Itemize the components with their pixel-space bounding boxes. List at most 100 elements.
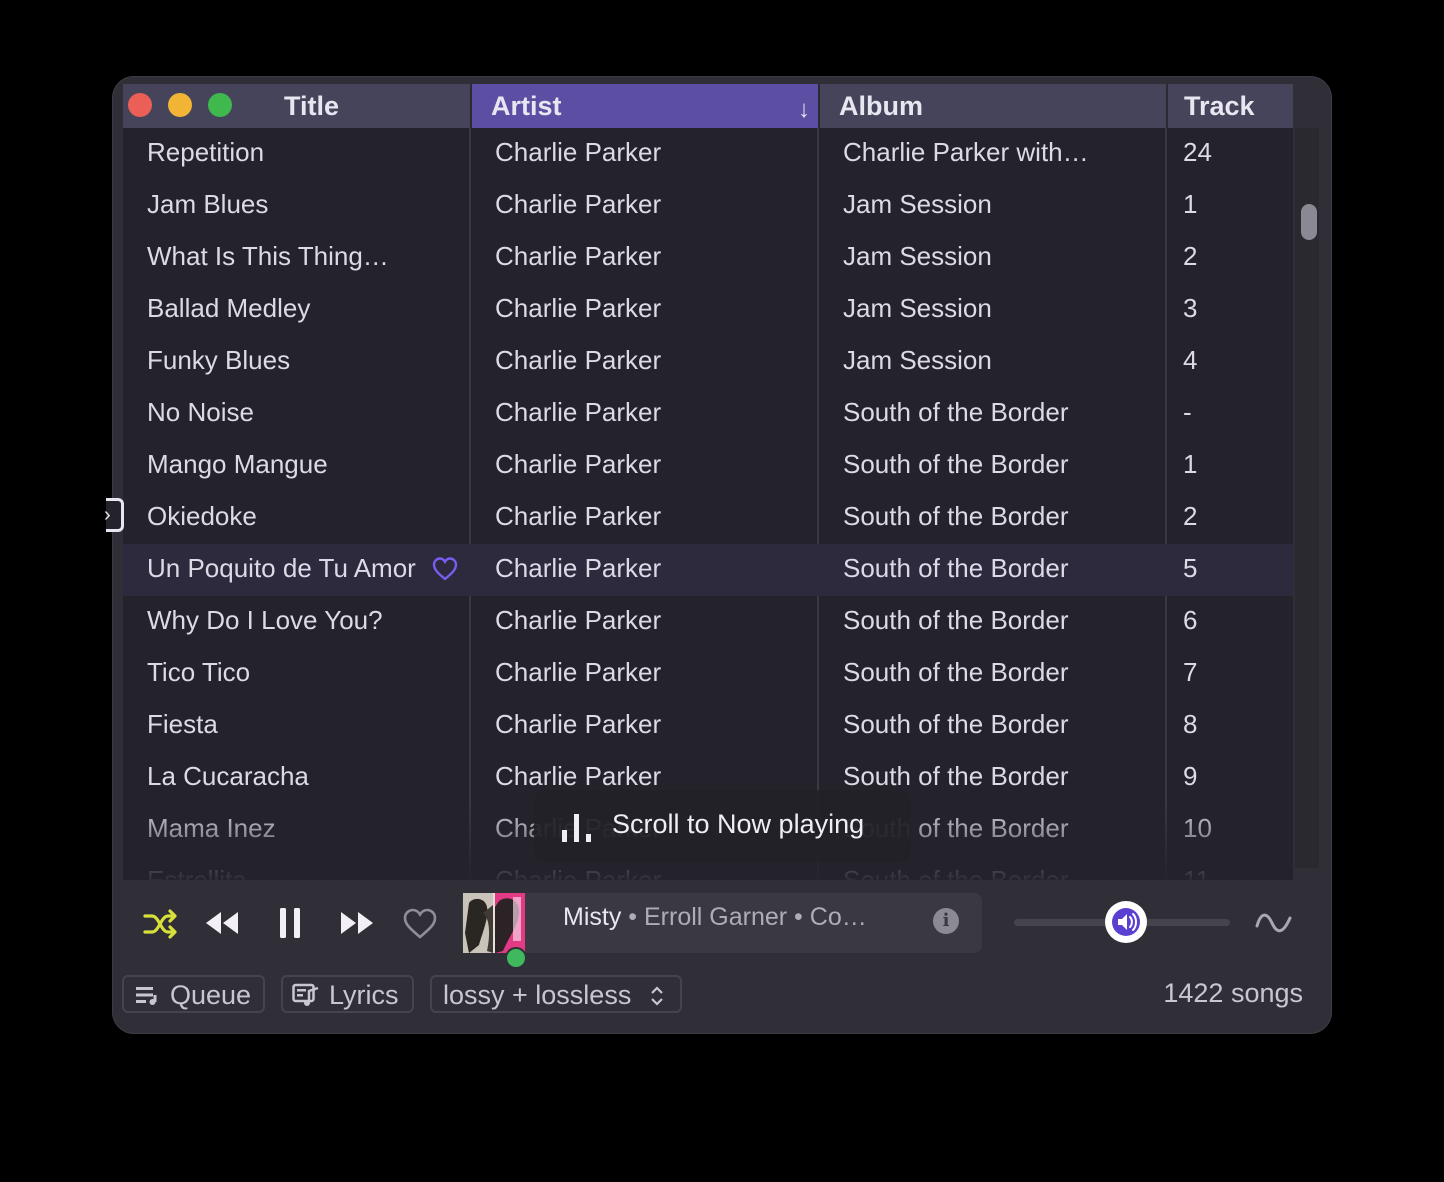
window-minimize-button[interactable] <box>168 93 192 117</box>
table-row[interactable]: Okiedoke Charlie Parker South of the Borde… <box>123 492 1293 544</box>
table-header: Title Artist ↓ Album Track <box>123 84 1293 128</box>
album-cell: South of the Border <box>843 501 1069 531</box>
window-close-button[interactable] <box>128 93 152 117</box>
track-cell: 1 <box>1183 189 1198 219</box>
column-divider[interactable] <box>818 84 820 128</box>
title-cell: What Is This Thing… <box>147 241 389 271</box>
artist-cell: Charlie Parker <box>495 293 662 323</box>
queue-button[interactable]: Queue <box>122 975 265 1013</box>
table-row[interactable]: Why Do I Love You? Charlie Parker South of… <box>123 596 1293 648</box>
shuffle-icon[interactable] <box>143 908 179 940</box>
now-playing-title: Misty <box>563 903 622 931</box>
column-header-artist-label: Artist <box>491 91 562 121</box>
artist-cell: Charlie Parker <box>495 605 662 635</box>
artist-cell: Charlie Parker <box>495 449 662 479</box>
table-row[interactable]: No Noise Charlie Parker South of the Borde… <box>123 388 1293 440</box>
album-cell: South of the Border <box>843 657 1069 687</box>
sort-descending-icon: ↓ <box>798 96 810 123</box>
album-cell: South of the Border <box>843 605 1069 635</box>
separator: • <box>794 903 803 931</box>
artist-cell: Charlie Parker <box>495 553 662 583</box>
title-cell: Jam Blues <box>147 189 269 219</box>
track-cell: 9 <box>1183 761 1198 791</box>
title-cell: Funky Blues <box>147 345 291 375</box>
track-cell: 2 <box>1183 241 1198 271</box>
waveform-icon[interactable] <box>1255 908 1293 938</box>
track-cell: 4 <box>1183 345 1198 375</box>
column-divider[interactable] <box>470 84 472 128</box>
album-art-image <box>463 893 525 953</box>
table-row[interactable]: Jam Blues Charlie Parker Jam Session 1 <box>123 180 1293 232</box>
window-zoom-button[interactable] <box>208 93 232 117</box>
artist-cell: Charlie Parker <box>495 345 662 375</box>
title-cell: Repetition <box>147 137 265 167</box>
playing-status-dot <box>505 947 527 969</box>
title-cell: Estrellita <box>147 865 247 880</box>
album-cell: Charlie Parker with… <box>843 137 1089 167</box>
title-cell: Mama Inez <box>147 813 276 843</box>
track-cell: 5 <box>1183 553 1198 583</box>
table-row[interactable]: What Is This Thing… Charlie Parker Jam Ses… <box>123 232 1293 284</box>
track-cell: 11 <box>1183 865 1210 880</box>
table-row[interactable]: Ballad Medley Charlie Parker Jam Session 3 <box>123 284 1293 336</box>
chevron-right-icon: › <box>104 504 111 526</box>
title-cell: Okiedoke <box>147 501 257 531</box>
table-row[interactable]: Mango Mangue Charlie Parker South of the B… <box>123 440 1293 492</box>
artist-cell: Charlie Parker <box>495 137 662 167</box>
separator: • <box>628 903 638 931</box>
bars-icon <box>562 814 591 842</box>
favorite-heart-icon[interactable] <box>431 556 459 582</box>
format-filter-select[interactable]: lossy + lossless <box>430 975 682 1013</box>
previous-icon[interactable] <box>204 909 240 937</box>
heart-icon[interactable] <box>402 908 438 940</box>
sidebar-toggle-tab[interactable]: › <box>104 498 124 532</box>
column-header-album[interactable]: Album <box>818 84 1166 128</box>
album-cell: Jam Session <box>843 293 992 323</box>
column-header-artist[interactable]: Artist ↓ <box>470 84 818 128</box>
pause-icon[interactable] <box>278 906 302 940</box>
title-cell: Tico Tico <box>147 657 251 687</box>
album-cell: Jam Session <box>843 189 992 219</box>
artist-cell: Charlie Parker <box>495 501 662 531</box>
table-row[interactable]: Funky Blues Charlie Parker Jam Session 4 <box>123 336 1293 388</box>
lyrics-button[interactable]: Lyrics <box>281 975 414 1013</box>
title-cell: Mango Mangue <box>147 449 328 479</box>
table-row[interactable]: Fiesta Charlie Parker South of the Border 8 <box>123 700 1293 752</box>
now-playing-text[interactable]: Misty • Erroll Garner • Co… <box>563 903 867 932</box>
volume-knob[interactable] <box>1105 901 1148 943</box>
table-row[interactable]: Repetition Charlie Parker Charlie Parker w… <box>123 128 1293 180</box>
queue-icon <box>136 987 157 1005</box>
track-cell: 3 <box>1183 293 1198 323</box>
track-cell: 8 <box>1183 709 1198 739</box>
track-cell: 1 <box>1183 449 1198 479</box>
lyrics-icon <box>292 983 319 1006</box>
album-cover[interactable] <box>463 893 525 953</box>
column-header-track[interactable]: Track <box>1166 84 1293 128</box>
toast-label: Scroll to Now playing <box>612 809 865 839</box>
scrollbar-thumb[interactable] <box>1301 204 1317 240</box>
info-icon[interactable]: i <box>933 908 959 934</box>
track-cell: 7 <box>1183 657 1198 687</box>
scroll-to-now-playing-button[interactable]: Scroll to Now playing <box>534 790 911 862</box>
track-cell: 24 <box>1183 137 1212 167</box>
album-cell: Jam Session <box>843 241 992 271</box>
title-cell: Ballad Medley <box>147 293 311 323</box>
table-row[interactable]: Tico Tico Charlie Parker South of the Bord… <box>123 648 1293 700</box>
chevron-updown-icon <box>651 986 663 1006</box>
artist-cell: Charlie Parker <box>495 241 662 271</box>
artist-cell: Charlie Parker <box>495 709 662 739</box>
artist-cell: Charlie Parker <box>495 189 662 219</box>
column-divider[interactable] <box>1166 84 1168 128</box>
volume-icon <box>1112 908 1141 936</box>
next-icon[interactable] <box>339 909 375 937</box>
album-cell: South of the Border <box>843 397 1069 427</box>
artist-cell: Charlie Parker <box>495 397 662 427</box>
queue-label: Queue <box>170 980 252 1010</box>
track-cell: 6 <box>1183 605 1198 635</box>
album-cell: South of the Border <box>843 709 1069 739</box>
table-row[interactable]: Un Poquito de Tu Amor Charlie Parker South… <box>123 544 1293 596</box>
title-cell: Fiesta <box>147 709 218 739</box>
title-cell: La Cucaracha <box>147 761 309 791</box>
title-cell: Why Do I Love You? <box>147 605 383 635</box>
now-playing-artist: Erroll Garner <box>644 903 788 931</box>
